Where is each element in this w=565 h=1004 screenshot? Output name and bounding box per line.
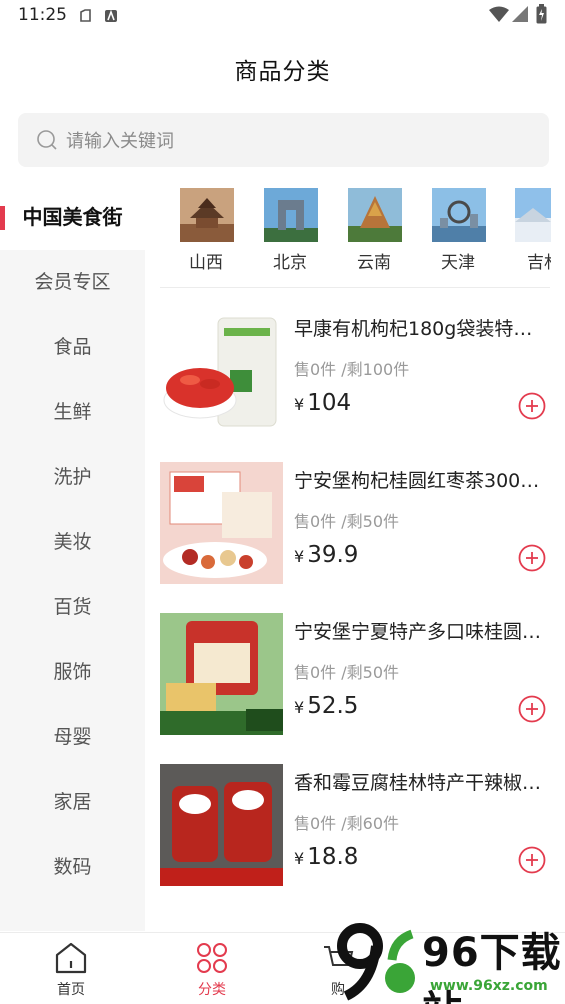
region-item-jilin[interactable]: 吉林 bbox=[515, 188, 551, 272]
product-image bbox=[160, 613, 283, 735]
sidebar-item-care[interactable]: 洗护 bbox=[0, 445, 145, 510]
battery-icon bbox=[536, 4, 547, 28]
product-item[interactable]: 宁安堡枸杞桂圆红枣茶300g袋装 售0件 /剩50件 ¥39.9 bbox=[160, 462, 555, 586]
category-sidebar: 中国美食街 会员专区 食品 生鲜 洗护 美妆 百货 服饰 母婴 家居 数码 bbox=[0, 185, 145, 931]
status-time: 11:25 bbox=[18, 5, 67, 25]
region-image bbox=[348, 188, 402, 242]
product-price: ¥39.9 bbox=[294, 542, 359, 568]
add-to-cart-icon[interactable] bbox=[518, 392, 546, 420]
watermark-url: www.96xz.com bbox=[430, 978, 548, 994]
product-image bbox=[160, 462, 283, 584]
sidebar-item-apparel[interactable]: 服饰 bbox=[0, 640, 145, 705]
product-stock: 售0件 /剩50件 bbox=[294, 512, 400, 531]
nav-item-category[interactable]: 分类 bbox=[167, 941, 257, 999]
nav-item-home[interactable]: 首页 bbox=[26, 941, 116, 999]
search-placeholder: 请输入关键词 bbox=[66, 131, 174, 152]
notification-icon bbox=[78, 8, 93, 27]
region-image bbox=[180, 188, 234, 242]
home-icon bbox=[55, 942, 87, 974]
product-name: 香和霉豆腐桂林特产干辣椒豆腐乳 bbox=[294, 772, 546, 794]
watermark-mark bbox=[337, 923, 415, 1001]
region-item-shanxi[interactable]: 山西 bbox=[179, 188, 235, 273]
sidebar-item-fresh[interactable]: 生鲜 bbox=[0, 380, 145, 445]
region-item-tianjin[interactable]: 天津 bbox=[431, 188, 487, 273]
sidebar-item-china-food-street[interactable]: 中国美食街 bbox=[0, 185, 145, 250]
add-to-cart-icon[interactable] bbox=[518, 846, 546, 874]
product-stock: 售0件 /剩50件 bbox=[294, 663, 400, 682]
sidebar-item-member-zone[interactable]: 会员专区 bbox=[0, 250, 145, 315]
sidebar-item-food[interactable]: 食品 bbox=[0, 315, 145, 380]
watermark-logo: 96下载站 www.96xz.com bbox=[332, 920, 565, 1004]
region-image bbox=[515, 188, 551, 242]
product-item[interactable]: 香和霉豆腐桂林特产干辣椒豆腐乳 售0件 /剩60件 ¥18.8 bbox=[160, 764, 555, 888]
sidebar-item-baby[interactable]: 母婴 bbox=[0, 705, 145, 770]
region-divider bbox=[160, 287, 550, 288]
product-price: ¥52.5 bbox=[294, 693, 359, 719]
product-item[interactable]: 早康有机枸杞180g袋装特级枸杞 售0件 /剩100件 ¥104 bbox=[160, 310, 555, 434]
page-title: 商品分类 bbox=[234, 59, 331, 85]
sidebar-item-home[interactable]: 家居 bbox=[0, 770, 145, 835]
app-icon bbox=[104, 8, 118, 27]
product-price: ¥104 bbox=[294, 390, 352, 416]
search-icon bbox=[36, 129, 58, 155]
product-price: ¥18.8 bbox=[294, 844, 359, 870]
category-icon bbox=[197, 943, 227, 973]
add-to-cart-icon[interactable] bbox=[518, 544, 546, 572]
region-image bbox=[432, 188, 486, 242]
wifi-icon bbox=[489, 6, 509, 27]
search-input[interactable]: 请输入关键词 bbox=[18, 113, 549, 167]
product-image bbox=[160, 764, 283, 886]
add-to-cart-icon[interactable] bbox=[518, 695, 546, 723]
region-item-beijing[interactable]: 北京 bbox=[263, 188, 319, 273]
sidebar-item-digital[interactable]: 数码 bbox=[0, 835, 145, 900]
sidebar-item-general-goods[interactable]: 百货 bbox=[0, 575, 145, 640]
product-name: 宁安堡宁夏特产多口味桂圆红枣茶 bbox=[294, 621, 546, 643]
signal-icon bbox=[512, 6, 528, 27]
product-stock: 售0件 /剩60件 bbox=[294, 814, 400, 833]
region-image bbox=[264, 188, 318, 242]
status-bar: 11:25 bbox=[0, 0, 565, 32]
product-item[interactable]: 宁安堡宁夏特产多口味桂圆红枣茶 售0件 /剩50件 ¥52.5 bbox=[160, 613, 555, 737]
screen: 11:25 商品分类 请输入关键词 中国美食街 会员专区 食品 生鲜 洗护 美妆 bbox=[0, 0, 565, 1004]
product-name: 宁安堡枸杞桂圆红枣茶300g袋装 bbox=[294, 470, 546, 492]
product-stock: 售0件 /剩100件 bbox=[294, 360, 410, 379]
product-image bbox=[160, 310, 283, 432]
region-item-yunnan[interactable]: 云南 bbox=[347, 188, 403, 273]
product-name: 早康有机枸杞180g袋装特级枸杞 bbox=[294, 318, 546, 340]
sidebar-item-beauty[interactable]: 美妆 bbox=[0, 510, 145, 575]
